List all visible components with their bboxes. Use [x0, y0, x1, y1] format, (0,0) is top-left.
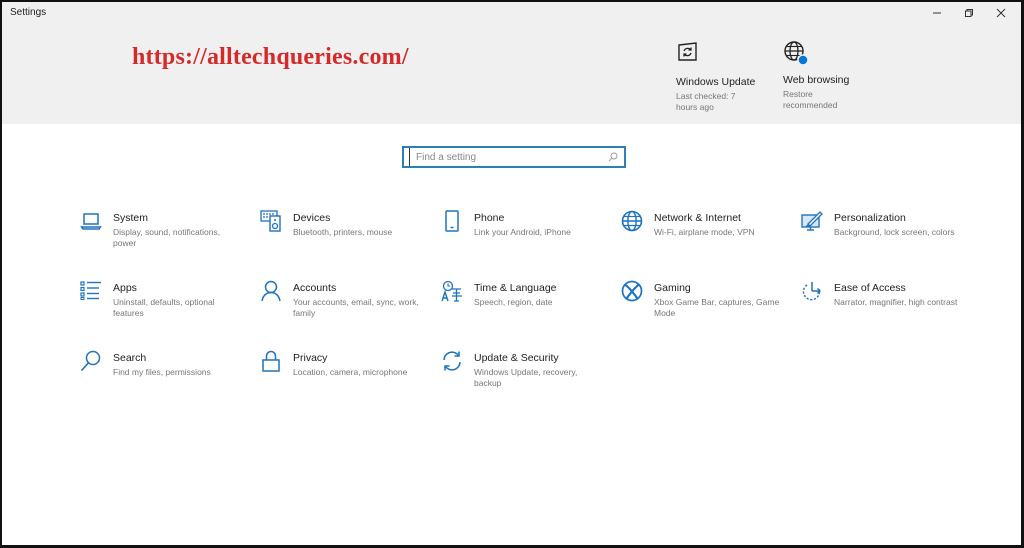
laptop-icon [80, 213, 102, 230]
category-description: Speech, region, date [474, 297, 553, 307]
category-time-language[interactable]: Time & Language Speech, region, date [441, 280, 601, 340]
category-ease-of-access[interactable]: Ease of Access Narrator, magnifier, high… [801, 280, 961, 340]
category-name: Accounts [293, 282, 337, 294]
minimize-icon [933, 12, 941, 14]
lock-icon [262, 350, 280, 372]
category-description: Your accounts, email, sync, work, family [293, 297, 419, 318]
xbox-icon [621, 280, 643, 302]
category-description: Background, lock screen, colors [834, 227, 955, 237]
close-icon [996, 8, 1006, 18]
ease-of-access-icon [802, 282, 821, 301]
restore-button[interactable] [953, 2, 985, 24]
category-description: Link your Android, iPhone [474, 227, 571, 237]
category-network-internet[interactable]: Network & Internet Wi-Fi, airplane mode,… [621, 210, 781, 270]
category-name: System [113, 212, 149, 224]
category-description: Narrator, magnifier, high contrast [834, 297, 958, 307]
category-name: Privacy [293, 352, 328, 364]
time-language-icon [441, 280, 462, 302]
category-description: Find my files, permissions [113, 367, 211, 377]
window-title: Settings [10, 7, 47, 18]
category-description: Location, camera, microphone [293, 367, 408, 377]
quick-link-title: Windows Update [676, 76, 756, 88]
phone-icon [445, 210, 459, 232]
category-description: Bluetooth, printers, mouse [293, 227, 393, 237]
globe-icon [621, 210, 643, 232]
apps-list-icon [80, 281, 101, 300]
category-description: Windows Update, recovery, backup [474, 367, 578, 388]
quick-link-subtitle: Restore recommended [783, 89, 838, 110]
category-phone[interactable]: Phone Link your Android, iPhone [441, 210, 601, 270]
devices-icon [260, 210, 281, 232]
quick-link-subtitle: Last checked: 7 hours ago [676, 91, 736, 112]
category-description: Uninstall, defaults, optional features [113, 297, 215, 318]
quick-link-title: Web browsing [783, 74, 850, 86]
category-name: Personalization [834, 212, 906, 224]
category-accounts[interactable]: Accounts Your accounts, email, sync, wor… [260, 280, 420, 340]
category-name: Network & Internet [654, 212, 741, 224]
sync-icon [443, 351, 461, 371]
category-name: Search [113, 352, 147, 364]
category-personalization[interactable]: Personalization Background, lock screen,… [801, 210, 961, 270]
category-description: Wi-Fi, airplane mode, VPN [654, 227, 755, 237]
category-name: Apps [113, 282, 137, 294]
minimize-button[interactable] [921, 2, 953, 24]
category-search[interactable]: Search Find my files, permissions [80, 350, 240, 410]
category-description: Xbox Game Bar, captures, Game Mode [654, 297, 780, 318]
watermark-url: https://alltechqueries.com/ [132, 44, 409, 70]
quick-link-web-browsing[interactable]: Web browsing Restore recommended [783, 40, 893, 111]
category-gaming[interactable]: Gaming Xbox Game Bar, captures, Game Mod… [621, 280, 781, 340]
category-system[interactable]: System Display, sound, notifications, po… [80, 210, 240, 270]
category-privacy[interactable]: Privacy Location, camera, microphone [260, 350, 420, 410]
category-devices[interactable]: Devices Bluetooth, printers, mouse [260, 210, 420, 270]
category-apps[interactable]: Apps Uninstall, defaults, optional featu… [80, 280, 240, 340]
person-icon [261, 280, 281, 302]
personalization-icon [801, 211, 823, 231]
search-icon [80, 350, 101, 372]
quick-link-windows-update[interactable]: Windows Update Last checked: 7 hours ago [676, 40, 786, 113]
search-input[interactable] [409, 148, 608, 166]
window-controls [921, 2, 1017, 24]
search-icon[interactable] [608, 152, 618, 162]
category-description: Display, sound, notifications, power [113, 227, 221, 248]
category-name: Phone [474, 212, 505, 224]
close-button[interactable] [985, 2, 1017, 24]
globe-badge-icon [784, 41, 809, 66]
category-name: Time & Language [474, 282, 557, 294]
category-name: Devices [293, 212, 331, 224]
category-name: Gaming [654, 282, 691, 294]
category-update-security[interactable]: Update & Security Windows Update, recove… [441, 350, 601, 410]
category-name: Ease of Access [834, 282, 906, 294]
windows-update-icon [678, 42, 697, 61]
settings-window: Settings https://alltechqueries.com/ Win… [0, 0, 1024, 548]
category-name: Update & Security [474, 352, 559, 364]
restore-icon [965, 9, 973, 17]
header-banner: Settings https://alltechqueries.com/ Win… [2, 2, 1021, 124]
find-setting-search-box[interactable] [402, 146, 626, 168]
